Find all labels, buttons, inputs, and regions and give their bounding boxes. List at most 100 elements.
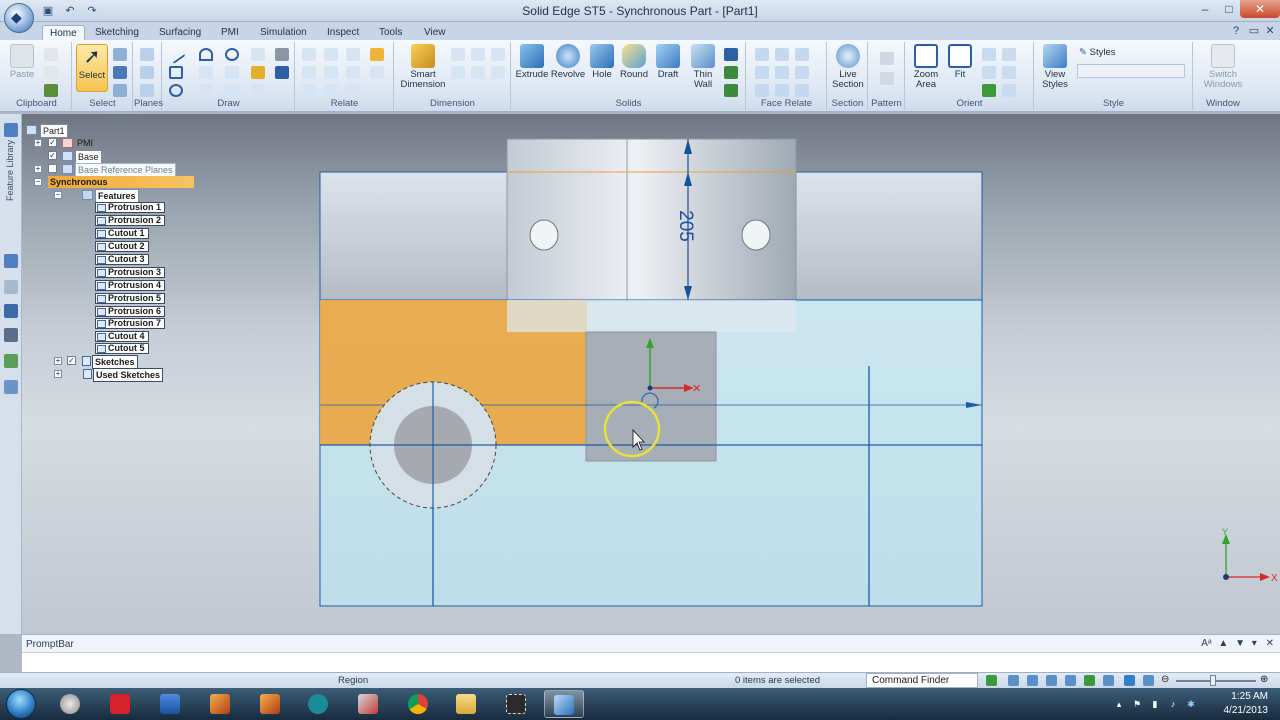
expand-icon[interactable]: + [34,165,42,173]
sensors-tab-icon[interactable] [4,328,18,342]
tray-volume-icon[interactable]: ♪ [1168,699,1178,709]
status-pan-icon[interactable] [1065,675,1076,686]
round-button[interactable]: Round [618,44,650,80]
help-icon[interactable]: ? [1228,23,1244,38]
fit-button[interactable]: Fit [946,44,974,80]
line-icon[interactable] [166,45,186,64]
plane-icon-3[interactable] [140,84,154,97]
smart-dimension-button[interactable]: Smart Dimension [399,44,447,90]
status-rotate-icon[interactable] [1084,675,1095,686]
zoom-icon[interactable] [982,48,996,61]
arc-icon[interactable] [199,48,213,61]
draft-button[interactable]: Draft [652,44,684,80]
tree-feature-protrusion-4[interactable]: Protrusion 4 [95,280,166,291]
taskbar-tool-button[interactable] [348,690,388,718]
taskbar-explorer-button[interactable] [50,690,90,718]
tab-tools[interactable]: Tools [372,25,409,41]
tab-pmi[interactable]: PMI [214,25,246,41]
live-section-button[interactable]: Live Section [830,44,866,90]
taskbar-capture-button[interactable] [496,690,536,718]
tray-app-icon[interactable]: ✱ [1186,699,1196,709]
prompt-dropdown-icon[interactable]: ▾ [1252,638,1257,649]
status-orient-icon[interactable] [1124,675,1135,686]
rigid-icon[interactable] [346,84,360,97]
coaxial-icon[interactable] [775,48,789,61]
status-sketch-view-icon[interactable] [1143,675,1154,686]
command-finder-input[interactable]: Command Finder [866,673,978,688]
tab-inspect[interactable]: Inspect [320,25,366,41]
tray-signal-icon[interactable]: ▮ [1150,699,1160,709]
tree-feature-protrusion-2[interactable]: Protrusion 2 [95,215,166,226]
angular-coordinate-icon[interactable] [471,66,485,79]
start-button[interactable] [6,689,36,719]
status-fit-icon[interactable] [1046,675,1057,686]
application-menu-button[interactable]: ◆ [4,3,34,33]
horizontal-vertical-icon[interactable] [302,66,316,79]
font-up-icon[interactable]: ▲ [1218,638,1228,649]
tree-feature-cutout-1[interactable]: Cutout 1 [95,228,149,239]
ribbon-minimize-icon[interactable]: ▭ [1246,23,1262,38]
lock-relation-icon[interactable] [370,48,384,61]
tree-feature-protrusion-1[interactable]: Protrusion 1 [95,202,166,213]
tree-feature-protrusion-5[interactable]: Protrusion 5 [95,293,166,304]
paste-button[interactable]: Paste [6,44,38,80]
sketch-view-icon[interactable] [1002,84,1016,97]
sketch-region-center[interactable] [585,331,717,462]
face-equal-radius-icon[interactable] [795,84,809,97]
extrude-button[interactable]: Extrude [514,44,550,80]
parts-tab-icon[interactable] [4,354,18,368]
hole-button[interactable]: Hole [588,44,616,80]
copy-icon[interactable] [44,66,58,79]
pattern-icon-2[interactable] [880,72,894,85]
plane-icon-2[interactable] [140,66,154,79]
zoom-slider-thumb[interactable] [1210,675,1216,686]
tangent-icon[interactable] [346,48,360,61]
taskbar-mathcad-button[interactable] [100,690,140,718]
base-planes-checkbox[interactable] [48,164,57,173]
taskbar-matlab2-button[interactable] [250,690,290,718]
tree-grip[interactable] [110,117,138,120]
taskbar-arduino-button[interactable] [298,690,338,718]
offset-icon[interactable] [199,66,213,79]
boss-hole-left[interactable] [529,219,559,251]
cut-icon[interactable] [44,48,58,61]
layers-tab-icon[interactable] [4,280,18,294]
taskbar-chrome-button[interactable] [398,690,438,718]
select-option-icon-1[interactable] [113,48,127,61]
base-checkbox[interactable]: ✓ [48,151,57,160]
taskbar-matlab-button[interactable] [200,690,240,718]
symmetric-diameter-icon[interactable] [491,66,505,79]
view-styles-button[interactable]: View Styles [1037,44,1073,90]
revolve-button[interactable]: Revolve [550,44,586,80]
status-zoom-area-icon[interactable] [1008,675,1019,686]
tray-flag-icon[interactable]: ⚑ [1132,699,1142,709]
ellipse-icon[interactable] [169,84,183,97]
select-option-icon-3[interactable] [113,84,127,97]
style-dropdown[interactable] [1077,64,1185,78]
dimension-value[interactable]: 205 [675,210,696,242]
font-down-icon[interactable]: ▼ [1235,638,1245,649]
spin-icon[interactable] [982,84,996,97]
polygon-icon[interactable] [199,84,213,97]
rotate-icon[interactable] [982,66,996,79]
tab-surfacing[interactable]: Surfacing [152,25,208,41]
solids-more-icon-1[interactable] [724,48,738,61]
feature-library-label[interactable]: Feature Library [5,140,17,201]
status-zoom-icon[interactable] [1027,675,1038,686]
concentric-icon[interactable] [302,84,316,97]
expand-icon[interactable]: + [34,139,42,147]
font-size-icon[interactable]: Aᵃ [1201,638,1211,649]
pan-icon[interactable] [1002,48,1016,61]
face-symmetric-icon[interactable] [755,66,769,79]
filter-icon[interactable] [113,66,127,79]
dimension-axis-icon[interactable] [491,48,505,61]
project-icon[interactable] [275,48,289,61]
plane-icon-1[interactable] [140,48,154,61]
perpendicular-icon[interactable] [346,66,360,79]
face-tangent-icon[interactable] [775,66,789,79]
sketches-checkbox[interactable]: ✓ [67,356,76,365]
solids-more-icon-2[interactable] [724,66,738,79]
status-view-icon[interactable] [1103,675,1114,686]
switch-windows-button[interactable]: Switch Windows [1198,44,1248,90]
curve-icon[interactable] [251,48,265,61]
